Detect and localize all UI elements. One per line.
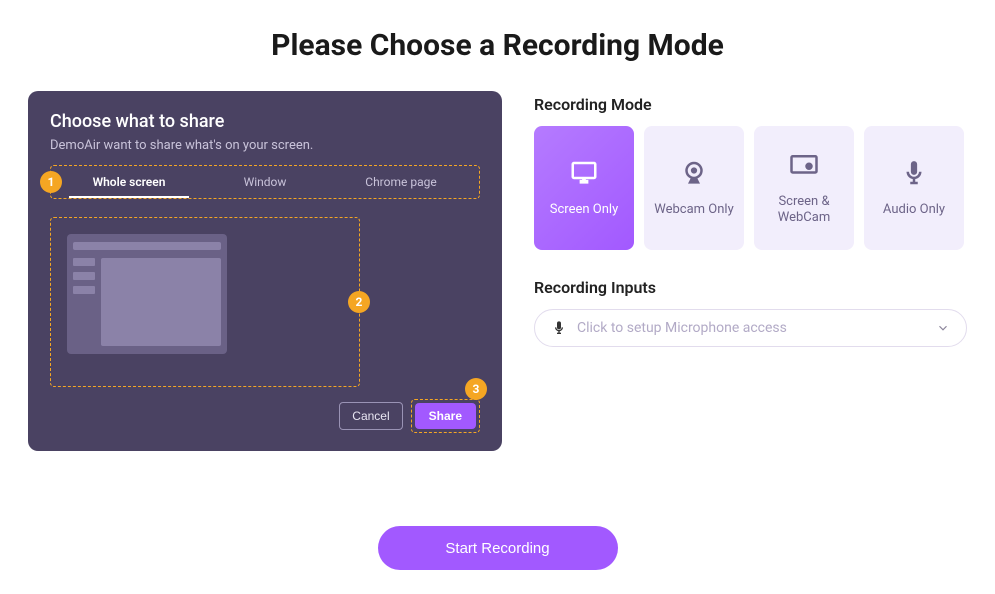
mode-audio-only[interactable]: Audio Only [864, 126, 964, 250]
microphone-placeholder: Click to setup Microphone access [577, 320, 787, 336]
mode-webcam-only[interactable]: Webcam Only [644, 126, 744, 250]
chevron-down-icon [936, 321, 950, 335]
tab-window[interactable]: Window [197, 167, 333, 197]
mode-label: Webcam Only [654, 202, 733, 218]
tab-whole-screen[interactable]: Whole screen [61, 167, 197, 197]
mic-icon [899, 158, 929, 188]
mode-screen-only[interactable]: Screen Only [534, 126, 634, 250]
mode-label: Screen & WebCam [758, 194, 850, 225]
share-dialog-subtitle: DemoAir want to share what's on your scr… [50, 138, 480, 153]
start-recording-button[interactable]: Start Recording [378, 526, 618, 570]
recording-mode-grid: Screen Only Webcam Only Screen & WebCam … [534, 126, 967, 250]
cancel-button[interactable]: Cancel [339, 402, 402, 430]
share-dialog-heading: Choose what to share [50, 111, 480, 132]
share-preview-highlight: 2 [50, 217, 360, 387]
recording-inputs-label: Recording Inputs [534, 278, 967, 297]
screen-webcam-icon [789, 150, 819, 180]
step-badge-1: 1 [40, 171, 62, 193]
screen-thumbnail[interactable] [67, 234, 227, 354]
tab-chrome-page[interactable]: Chrome page [333, 167, 469, 197]
share-tabs-highlight: 1 Whole screen Window Chrome page [50, 165, 480, 199]
share-button-highlight: 3 Share [411, 399, 480, 433]
recording-mode-label: Recording Mode [534, 95, 967, 114]
share-dialog-preview: Choose what to share DemoAir want to sha… [28, 91, 502, 451]
mode-screen-webcam[interactable]: Screen & WebCam [754, 126, 854, 250]
mic-icon [551, 320, 567, 336]
share-button[interactable]: Share [415, 403, 476, 429]
step-badge-2: 2 [348, 291, 370, 313]
webcam-icon [679, 158, 709, 188]
mode-label: Audio Only [883, 202, 945, 218]
microphone-select[interactable]: Click to setup Microphone access [534, 309, 967, 347]
step-badge-3: 3 [465, 378, 487, 400]
page-title: Please Choose a Recording Mode [0, 0, 995, 91]
mode-label: Screen Only [550, 202, 618, 218]
monitor-icon [569, 158, 599, 188]
